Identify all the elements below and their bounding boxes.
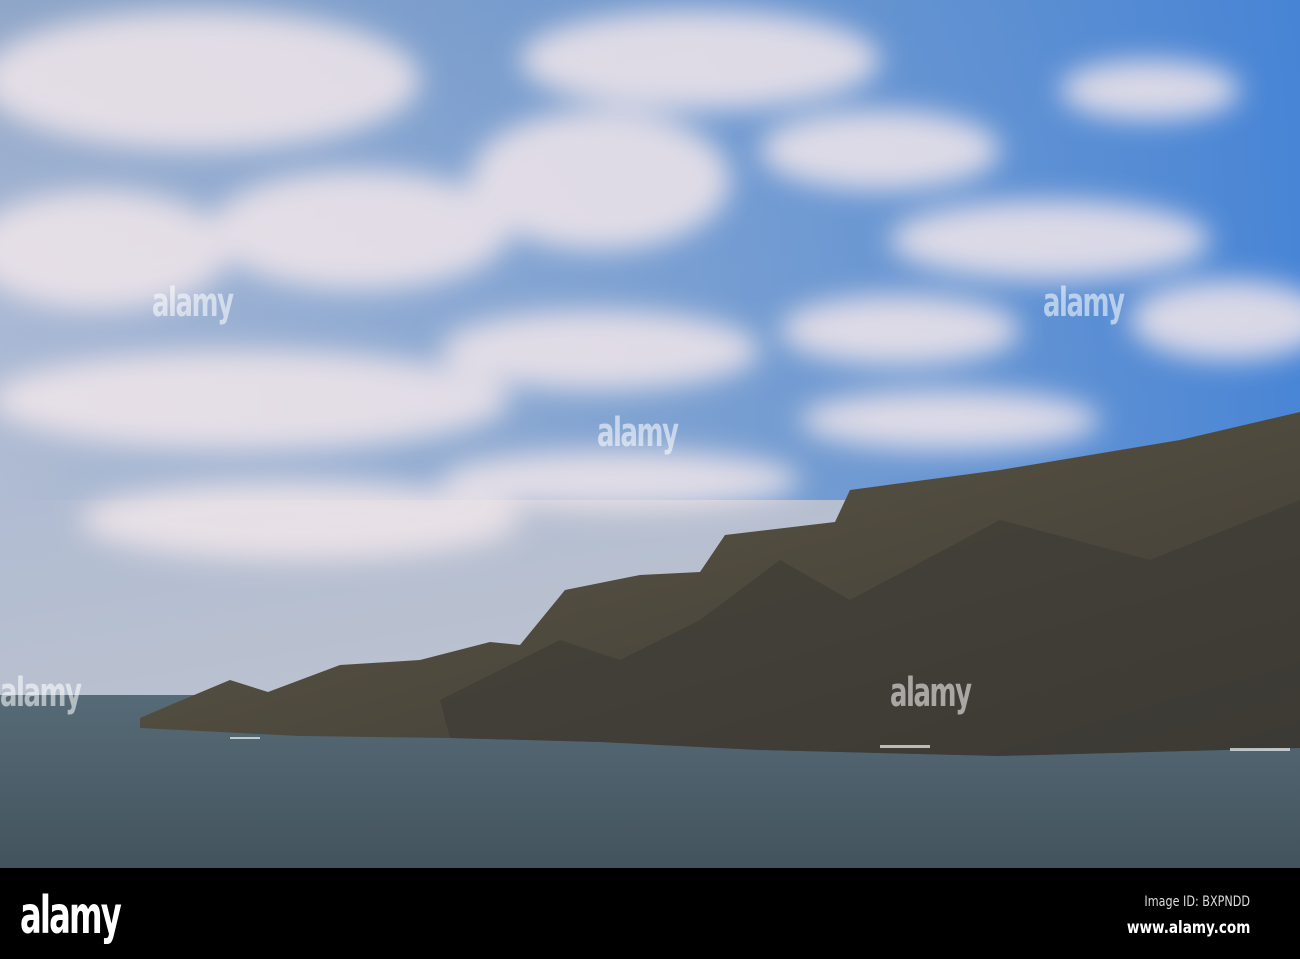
watermark: alamy [0,670,82,716]
image-id: Image ID: BXPNDD [1144,894,1250,910]
watermark: alamy [890,670,972,716]
footer-bar: alamy Image ID: BXPNDD www.alamy.com [0,868,1300,959]
stock-photo: alamy alamy alamy alamy alamy alamy Imag… [0,0,1300,959]
watermark: alamy [1043,280,1125,326]
alamy-logo: alamy [20,886,122,946]
watermark: alamy [152,280,234,326]
watermark: alamy [597,410,679,456]
website-link[interactable]: www.alamy.com [1126,918,1250,938]
